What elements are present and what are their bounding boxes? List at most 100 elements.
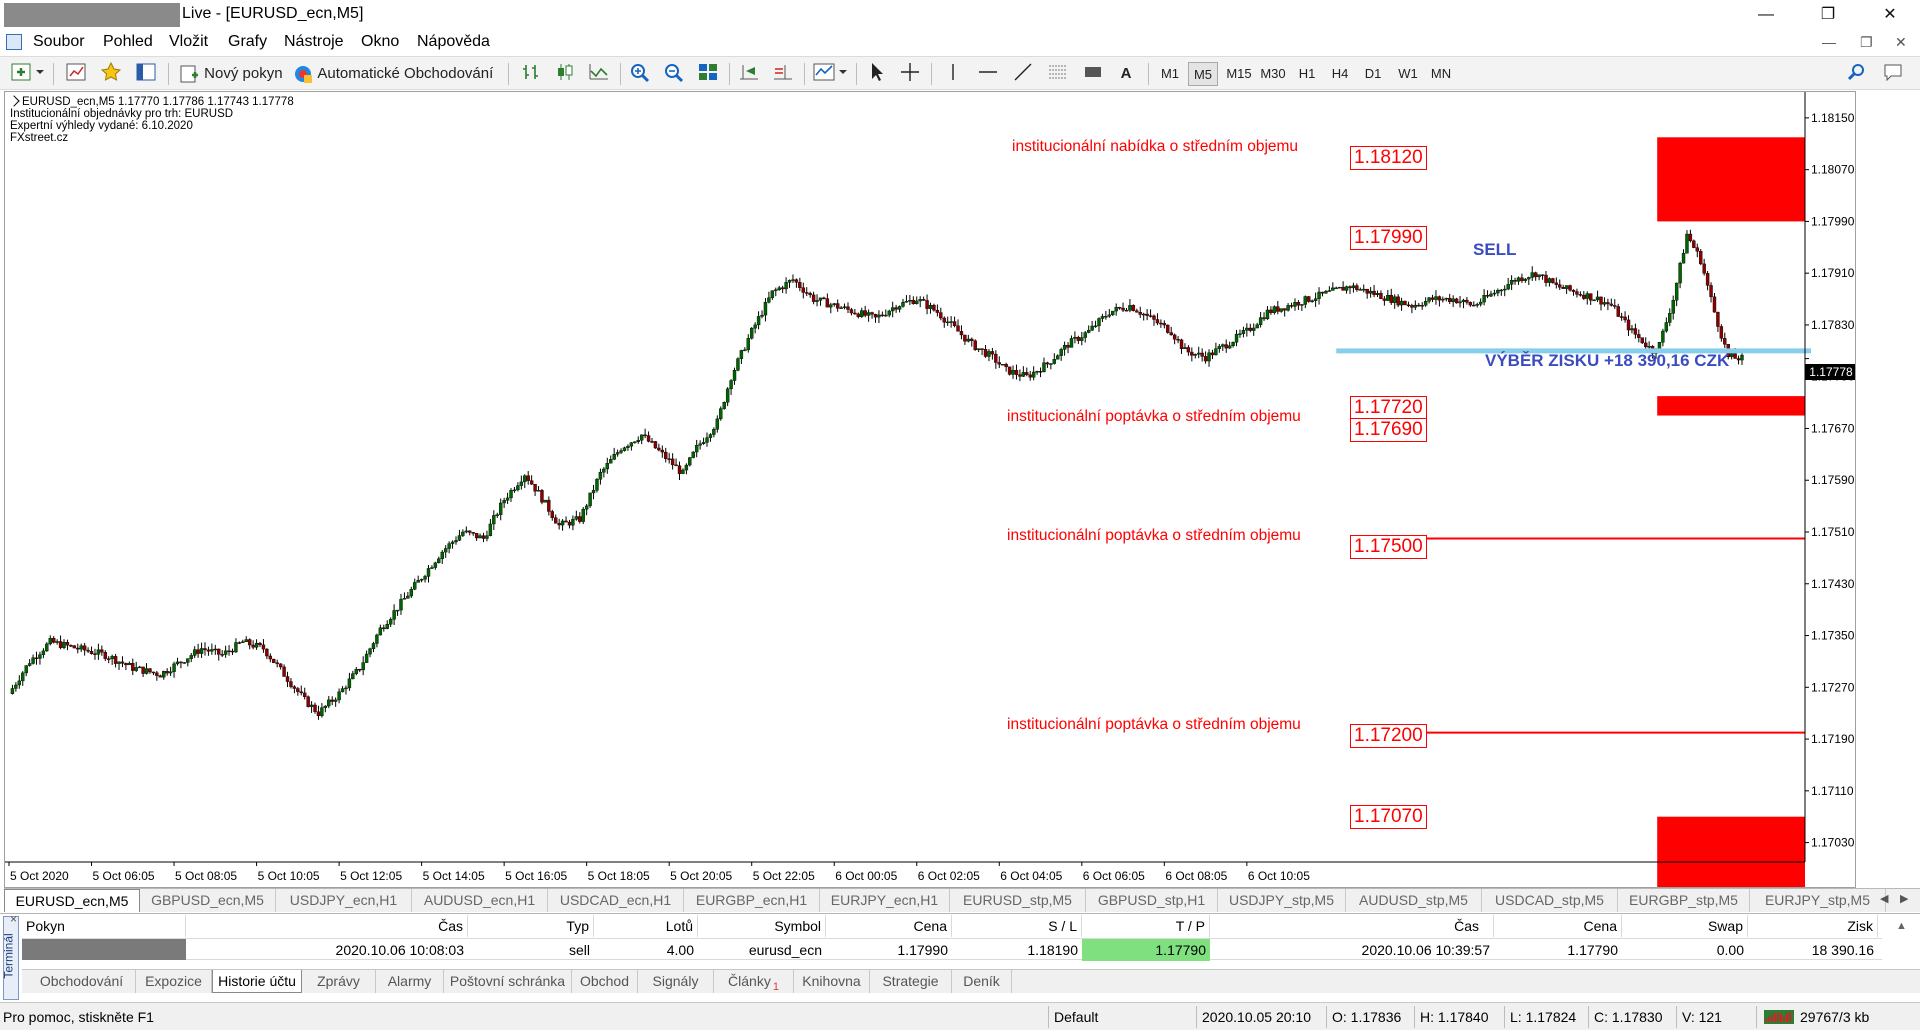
terminal-tab-5[interactable]: Poštovní schránka <box>444 970 572 993</box>
tabs-scroll-left-icon[interactable]: ◀ <box>1880 892 1888 905</box>
terminal-close-icon[interactable]: × <box>10 912 17 926</box>
trendline-tool-button[interactable] <box>1010 61 1036 87</box>
new-chart-button[interactable] <box>8 61 48 87</box>
timeframe-h4[interactable]: H4 <box>1325 62 1355 86</box>
candle-body <box>1613 305 1617 307</box>
terminal-tab-7[interactable]: Signály <box>638 970 714 993</box>
price-chart[interactable]: 1.18150 1.18070 1.17990 1.17910 1.17830 1.177… <box>4 91 1856 888</box>
terminal-tab-9[interactable]: Knihovna <box>794 970 870 993</box>
col-header-time-open[interactable]: Čas <box>186 915 468 937</box>
col-header-price-open[interactable]: Cena <box>826 915 952 937</box>
terminal-tab-4[interactable]: Alarmy <box>376 970 444 993</box>
symbol-tab-eurgbp-stp-m5[interactable]: EURGBP_stp,M5 <box>1618 889 1750 912</box>
col-header-order[interactable]: Pokyn <box>22 915 186 937</box>
candle-body <box>743 349 747 352</box>
auto-trading-button[interactable]: Automatické Obchodování <box>292 61 502 87</box>
candle-body <box>86 649 90 652</box>
terminal-tab-2[interactable]: Historie účtu <box>212 970 302 993</box>
search-button[interactable] <box>1844 61 1870 87</box>
symbol-tab-usdjpy-stp-m5[interactable]: USDJPY_stp,M5 <box>1218 889 1346 912</box>
candle-body <box>358 668 362 671</box>
col-header-sl[interactable]: S / L <box>952 915 1082 937</box>
col-header-lots[interactable]: Lotů <box>594 915 698 937</box>
symbol-tab-usdcad-stp-m5[interactable]: USDCAD_stp,M5 <box>1482 889 1618 912</box>
shapes-tool-button[interactable] <box>1080 61 1106 87</box>
terminal-toggle-button[interactable] <box>133 61 159 87</box>
col-header-tp[interactable]: T / P <box>1082 915 1210 937</box>
menu-insert[interactable]: Vložit <box>169 33 208 51</box>
menu-view[interactable]: Pohled <box>103 33 153 51</box>
symbol-tab-eurjpy-ecn-h1[interactable]: EURJPY_ecn,H1 <box>820 889 950 912</box>
col-header-price-close[interactable]: Cena <box>1494 915 1622 937</box>
symbol-tab-eurjpy-stp-m5[interactable]: EURJPY_stp,M5 <box>1750 889 1886 912</box>
navigator-button[interactable] <box>98 61 124 87</box>
inner-restore-button[interactable]: ❐ <box>1860 34 1873 51</box>
text-tool-button[interactable]: A <box>1113 61 1139 87</box>
crosshair-tool-button[interactable] <box>897 61 923 87</box>
menu-tools[interactable]: Nástroje <box>284 33 344 51</box>
terminal-tab-8[interactable]: Články 1 <box>714 970 794 993</box>
restore-button[interactable]: ❐ <box>1798 0 1858 30</box>
col-header-time-close[interactable]: Čas <box>1210 915 1494 937</box>
horizontal-line-tool-button[interactable] <box>975 61 1001 87</box>
timeframe-d1[interactable]: D1 <box>1358 62 1388 86</box>
close-button[interactable]: ✕ <box>1860 0 1920 30</box>
new-order-button[interactable]: Nový pokyn <box>178 61 286 87</box>
connection-bars-icon[interactable] <box>1764 1010 1794 1028</box>
tile-windows-button[interactable] <box>695 61 721 87</box>
inner-close-button[interactable]: ✕ <box>1895 34 1907 51</box>
candle-body <box>69 645 73 647</box>
line-chart-button[interactable] <box>586 61 612 87</box>
status-profile[interactable]: Default <box>1054 1009 1098 1025</box>
timeframe-m1[interactable]: M1 <box>1155 62 1185 86</box>
terminal-tab-10[interactable]: Strategie <box>870 970 952 993</box>
timeframe-w1[interactable]: W1 <box>1393 62 1423 86</box>
zoom-in-button[interactable] <box>627 61 653 87</box>
symbol-tab-gbpusd-stp-h1[interactable]: GBPUSD_stp,H1 <box>1086 889 1218 912</box>
indicators-button[interactable] <box>811 61 851 87</box>
bar-chart-button[interactable] <box>518 61 544 87</box>
timeframe-mn[interactable]: MN <box>1426 62 1456 86</box>
menu-window[interactable]: Okno <box>361 33 399 51</box>
symbol-tab-audusd-ecn-h1[interactable]: AUDUSD_ecn,H1 <box>412 889 548 912</box>
cursor-tool-button[interactable] <box>863 61 889 87</box>
col-header-swap[interactable]: Swap <box>1622 915 1748 937</box>
timeframe-m15[interactable]: M15 <box>1222 62 1256 86</box>
channel-tool-button[interactable] <box>1045 61 1071 87</box>
zoom-out-button[interactable] <box>661 61 687 87</box>
table-row[interactable]: 2020.10.06 10:08:03 sell 4.00 eurusd_ecn… <box>22 938 1882 961</box>
tabs-scroll-right-icon[interactable]: ▶ <box>1900 892 1908 905</box>
col-header-type[interactable]: Typ <box>468 915 594 937</box>
timeframe-h1[interactable]: H1 <box>1292 62 1322 86</box>
col-header-profit[interactable]: Zisk <box>1748 915 1878 937</box>
auto-scroll-button[interactable] <box>736 61 762 87</box>
vertical-line-tool-button[interactable] <box>940 61 966 87</box>
symbol-tab-gbpusd-ecn-m5[interactable]: GBPUSD_ecn,M5 <box>140 889 276 912</box>
candle-body <box>1327 290 1332 292</box>
timeframe-m5[interactable]: M5 <box>1188 62 1218 86</box>
terminal-side-label[interactable]: Terminál <box>2 916 19 1000</box>
symbol-tab-audusd-stp-m5[interactable]: AUDUSD_stp,M5 <box>1346 889 1482 912</box>
menu-file[interactable]: Soubor <box>33 33 85 51</box>
symbol-tab-eurusd-stp-m5[interactable]: EURUSD_stp,M5 <box>950 889 1086 912</box>
candle-chart-button[interactable] <box>552 61 578 87</box>
symbol-tab-usdjpy-ecn-h1[interactable]: USDJPY_ecn,H1 <box>276 889 412 912</box>
minimize-button[interactable]: — <box>1736 0 1796 30</box>
terminal-tab-11[interactable]: Deník <box>952 970 1012 993</box>
terminal-tab-6[interactable]: Obchod <box>572 970 638 993</box>
chat-button[interactable] <box>1880 61 1906 87</box>
menu-help[interactable]: Nápověda <box>417 33 490 51</box>
scroll-up-arrow-icon[interactable]: ▲ <box>1896 920 1907 932</box>
symbol-tab-usdcad-ecn-h1[interactable]: USDCAD_ecn,H1 <box>548 889 684 912</box>
terminal-tab-0[interactable]: Obchodování <box>28 970 136 993</box>
menu-charts[interactable]: Grafy <box>228 33 267 51</box>
terminal-tab-3[interactable]: Zprávy <box>302 970 376 993</box>
chart-shift-button[interactable] <box>770 61 796 87</box>
inner-minimize-button[interactable]: — <box>1822 34 1836 50</box>
market-watch-button[interactable] <box>63 61 89 87</box>
col-header-symbol[interactable]: Symbol <box>698 915 826 937</box>
symbol-tab-eurusd-ecn-m5[interactable]: EURUSD_ecn,M5 <box>4 889 140 912</box>
timeframe-m30[interactable]: M30 <box>1256 62 1290 86</box>
symbol-tab-eurgbp-ecn-h1[interactable]: EURGBP_ecn,H1 <box>684 889 820 912</box>
terminal-tab-1[interactable]: Expozice <box>136 970 212 993</box>
